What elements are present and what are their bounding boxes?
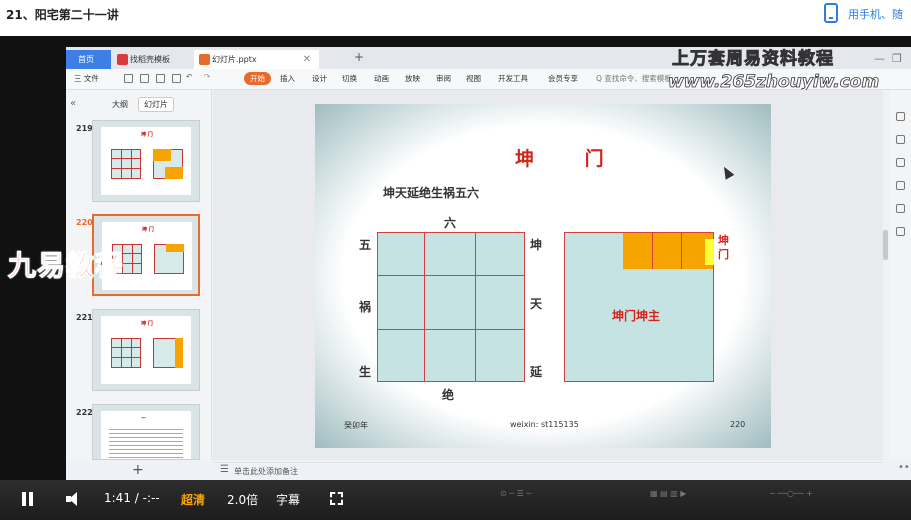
- template-icon: [117, 54, 128, 65]
- search-command[interactable]: Q 查找命令、搜索模板: [596, 73, 672, 84]
- slide-thumbnail[interactable]: 坤 门: [92, 120, 200, 202]
- tab-outline[interactable]: 大纲: [112, 99, 128, 110]
- grid-label-left-top: 五: [359, 238, 372, 252]
- menu-transition[interactable]: 切换: [342, 73, 357, 84]
- slide-footer-center: weixin: st115135: [510, 420, 579, 429]
- close-icon[interactable]: ✕: [303, 50, 311, 69]
- menu-design[interactable]: 设计: [312, 73, 327, 84]
- pause-icon[interactable]: [21, 492, 35, 506]
- right-toolbar: [890, 90, 911, 460]
- save-icon[interactable]: [124, 74, 133, 83]
- ppt-icon: [199, 54, 210, 65]
- more-icon[interactable]: •••: [898, 462, 911, 473]
- tab-slides[interactable]: 幻灯片: [138, 97, 174, 112]
- door-cell: [653, 233, 682, 269]
- undo-icon[interactable]: ↶: [186, 72, 192, 81]
- subtitle-button[interactable]: 字幕: [276, 491, 300, 508]
- grid-label-left-bottom: 生: [359, 365, 372, 379]
- shape-icon[interactable]: [896, 204, 905, 213]
- tab-file[interactable]: 幻灯片.pptx ✕: [194, 50, 319, 69]
- playback-time: 1:41 / -:--: [104, 491, 160, 505]
- menu-member[interactable]: 会员专享: [548, 73, 578, 84]
- export-icon[interactable]: [140, 74, 149, 83]
- grid-label-top: 六: [444, 216, 457, 230]
- volume-icon[interactable]: [66, 492, 82, 506]
- slide-footer-left: 癸卯年: [344, 421, 368, 430]
- picture-icon[interactable]: [896, 181, 905, 190]
- grid-label-bottom: 绝: [442, 388, 455, 402]
- collapse-icon[interactable]: «: [70, 98, 76, 109]
- menu-start[interactable]: 开始: [244, 72, 271, 85]
- slide-subtitle: 坤天延绝生祸五六: [383, 186, 480, 200]
- menu-view[interactable]: 视图: [466, 73, 481, 84]
- zoom-ghost: ─ ──○── +: [770, 489, 813, 498]
- notes-icon: ☰: [220, 464, 229, 475]
- print-icon[interactable]: [156, 74, 165, 83]
- redo-icon[interactable]: ↷: [204, 72, 210, 81]
- grid-label-right-bottom: 延: [530, 365, 543, 379]
- menu-developer[interactable]: 开发工具: [498, 73, 528, 84]
- restore-icon[interactable]: ❐: [892, 52, 902, 65]
- slide-number: 221: [76, 313, 93, 322]
- tab-template-label: 找稻壳模板: [130, 55, 170, 64]
- watermark-top: 上万套周易资料教程: [672, 49, 834, 70]
- animation-icon[interactable]: [896, 135, 905, 144]
- door-marker: [705, 239, 714, 265]
- speed-button[interactable]: 2.0倍: [227, 491, 258, 508]
- menu-insert[interactable]: 插入: [280, 73, 295, 84]
- add-tab-icon[interactable]: +: [354, 50, 364, 64]
- slide-number: 222: [76, 408, 93, 417]
- nine-palace-grid: [377, 232, 525, 382]
- door-cell: [623, 233, 653, 269]
- add-slide-icon[interactable]: +: [132, 462, 144, 478]
- mobile-link[interactable]: 用手机、随: [848, 6, 903, 22]
- slide-number: 220: [76, 218, 93, 227]
- tab-template[interactable]: 找稻壳模板: [112, 50, 192, 69]
- page-title: 21、阳宅第二十一讲: [6, 8, 119, 22]
- property-icon[interactable]: [896, 112, 905, 121]
- watermark-url: www.265zhouyiw.com: [668, 72, 880, 93]
- status-ghost: ⊙ ─ ☰ ─: [500, 489, 532, 498]
- tab-home[interactable]: 首页: [66, 50, 111, 69]
- house-center-label: 坤门坤主: [612, 309, 661, 323]
- menu-animation[interactable]: 动画: [374, 73, 389, 84]
- slide-number: 219: [76, 124, 93, 133]
- slide-thumbnail[interactable]: 坤 门: [92, 309, 200, 391]
- menu-slideshow[interactable]: 放映: [405, 73, 420, 84]
- tab-file-label: 幻灯片.pptx: [212, 55, 257, 64]
- notes-bar[interactable]: [213, 462, 883, 480]
- menu-review[interactable]: 审阅: [436, 73, 451, 84]
- grid-label-left-mid: 祸: [359, 300, 372, 314]
- notes-placeholder[interactable]: 单击此处添加备注: [234, 466, 298, 477]
- slide-thumbnail[interactable]: 一: [92, 404, 200, 460]
- vertical-scrollbar[interactable]: [883, 230, 888, 260]
- grid-label-right-mid: 天: [530, 297, 543, 311]
- quality-button[interactable]: 超清: [181, 491, 205, 508]
- share-icon[interactable]: [896, 227, 905, 236]
- logo-overlay: 九易教程: [7, 249, 125, 283]
- slide-title: 坤 门: [515, 148, 626, 170]
- menu-file[interactable]: 三 文件: [74, 73, 99, 84]
- minimize-icon[interactable]: —: [874, 52, 885, 65]
- grid-label-right-top: 坤: [530, 238, 543, 252]
- view-ghost: ▦ ▤ ▥ ▶: [650, 489, 687, 498]
- door-label: 坤门: [718, 234, 729, 261]
- preview-icon[interactable]: [172, 74, 181, 83]
- slide-page-number: 220: [730, 420, 746, 429]
- phone-icon[interactable]: [824, 3, 838, 23]
- layout-icon[interactable]: [896, 158, 905, 167]
